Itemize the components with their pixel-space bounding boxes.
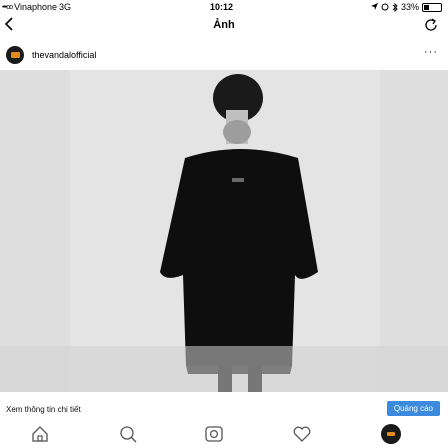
search-icon[interactable] (118, 424, 138, 444)
camera-icon[interactable] (204, 424, 224, 444)
page-title: Ảnh (213, 19, 235, 31)
navigation-bar: Ảnh (0, 14, 448, 38)
profile-icon[interactable] (380, 423, 402, 445)
cta-bar: Xem thông tin chi tiết Quảng cáo (0, 400, 448, 418)
username-link[interactable]: thevandalofficial (32, 50, 96, 60)
refresh-icon[interactable] (422, 16, 440, 34)
status-left: •••oo Vinaphone 3G (2, 2, 71, 12)
signal-strength: •••oo (2, 3, 13, 11)
more-options-button[interactable]: ··· (424, 46, 438, 58)
carrier-name: Vinaphone (14, 2, 58, 12)
location-icon (370, 3, 378, 10)
status-right: 33% (370, 2, 442, 12)
avatar-logo (10, 52, 20, 58)
status-time: 10:12 (210, 2, 234, 12)
bluetooth-icon (392, 2, 398, 12)
avatar[interactable] (6, 46, 24, 64)
battery-icon (422, 2, 442, 12)
home-icon[interactable] (30, 424, 50, 444)
post-header: thevandalofficial ··· (0, 40, 448, 70)
sponsored-badge[interactable]: Quảng cáo (386, 401, 440, 416)
photo-illustration (0, 70, 448, 392)
status-bar: •••oo Vinaphone 3G 10:12 33% (0, 0, 448, 14)
network-type: 3G (59, 2, 72, 12)
heart-icon[interactable] (292, 424, 312, 444)
view-details-link[interactable]: Xem thông tin chi tiết (6, 405, 81, 414)
battery-percent: 33% (400, 2, 419, 12)
alarm-icon (381, 3, 389, 11)
tab-bar (0, 418, 448, 448)
post-photo[interactable] (0, 70, 448, 392)
